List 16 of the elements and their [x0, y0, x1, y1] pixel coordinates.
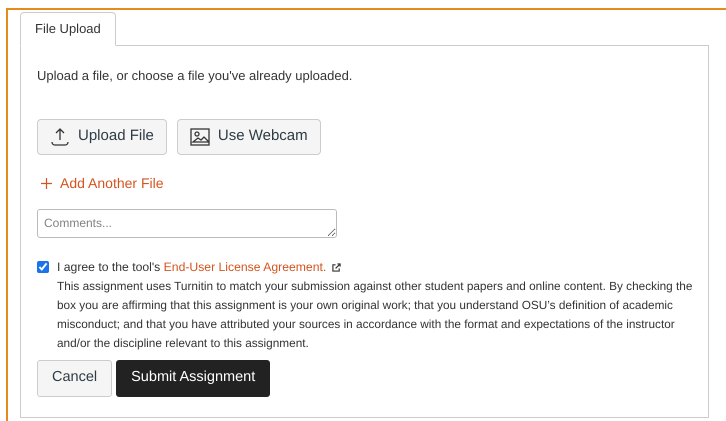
upload-file-button[interactable]: Upload File [37, 118, 167, 154]
comments-field[interactable]: Comments... [37, 208, 337, 238]
external-link-icon [332, 262, 342, 272]
webcam-button[interactable]: Use Webcam [176, 118, 321, 154]
license-link[interactable]: End-User License Agreement. [164, 260, 326, 274]
upload-icon [50, 126, 70, 146]
agreement-text: I agree to the tool's End-User License Agreement. [57, 258, 326, 276]
image-icon [190, 128, 210, 146]
submit-button[interactable]: Submit Assignment [116, 360, 270, 396]
tab[interactable]: File Upload [20, 12, 116, 46]
instructions-text: Upload a file, or choose a file you've already uploaded. [37, 67, 354, 85]
agreement-checkbox[interactable] [37, 260, 49, 272]
plus-icon [41, 178, 52, 189]
cancel-button[interactable]: Cancel [37, 360, 112, 396]
turnitin-notice: This assignment uses Turnitin to match your submission against other student papers and online content. By checking the box you are affirming that this assignment is your own original work; that you understand OSU’s definition of academic misconduct; and that you have attributed your sources in accordance with the format and expectations of the instructor and/or the discipline relevant to this assignment. [57, 278, 694, 352]
add-file-link[interactable]: Add Another File [41, 168, 164, 198]
